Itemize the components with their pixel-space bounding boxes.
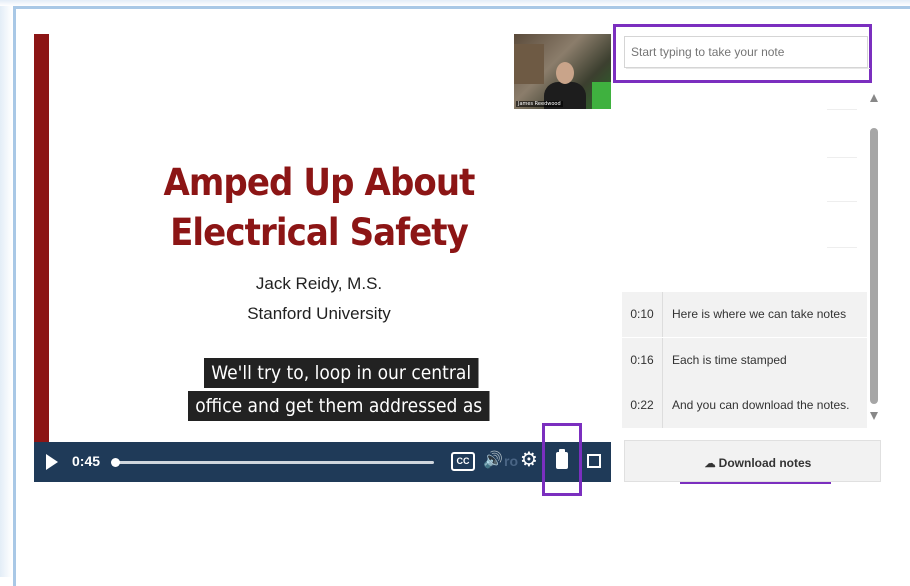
blank-row	[827, 157, 857, 158]
progress-knob[interactable]	[111, 458, 120, 467]
caption-line-2: office and get them addressed as	[188, 391, 490, 421]
player-control-bar: 0:45 CC 🔊 ro ⚙	[34, 442, 611, 482]
webcam-shelf	[514, 44, 544, 84]
download-notes-button[interactable]: ☁ Download notes	[690, 448, 826, 476]
blank-row	[827, 109, 857, 110]
caption-line-1: We'll try to, loop in our central	[204, 358, 479, 388]
note-timestamp[interactable]: 0:22	[622, 383, 663, 428]
slide-accent-stripe	[34, 34, 49, 442]
slide-title: Amped Up About Electrical Safety	[112, 158, 526, 258]
gear-icon[interactable]: ⚙	[520, 450, 538, 470]
note-text: And you can download the notes.	[672, 398, 850, 412]
note-entry[interactable]: 0:10 Here is where we can take notes	[622, 292, 867, 338]
note-timestamp[interactable]: 0:16	[622, 338, 663, 383]
note-entry[interactable]: 0:16 Each is time stamped	[622, 338, 867, 384]
download-notes-label: Download notes	[718, 456, 812, 470]
cc-icon[interactable]: CC	[451, 452, 475, 471]
webcam-thumbnail[interactable]: James Reedwood	[514, 34, 611, 109]
note-input[interactable]	[624, 36, 868, 68]
scroll-down-arrow-icon[interactable]	[870, 412, 878, 420]
notes-button-highlight	[542, 423, 582, 496]
slide-institution: Stanford University	[247, 304, 391, 323]
blank-row	[827, 201, 857, 202]
note-timestamp[interactable]: 0:10	[622, 292, 663, 337]
control-overflow-text: ro	[504, 453, 518, 469]
note-text: Each is time stamped	[672, 353, 787, 367]
fullscreen-icon[interactable]	[587, 454, 601, 468]
webcam-name-label: James Reedwood	[516, 101, 563, 107]
progress-slider[interactable]	[111, 458, 434, 467]
play-icon[interactable]	[46, 454, 58, 470]
webcam-person-head	[556, 62, 574, 84]
cloud-download-icon: ☁	[704, 458, 716, 470]
volume-icon[interactable]: 🔊	[483, 451, 503, 471]
video-player[interactable]: Amped Up About Electrical Safety Jack Re…	[34, 34, 611, 482]
blank-row	[827, 247, 857, 248]
current-time: 0:45	[72, 453, 101, 469]
note-input-divider	[626, 68, 870, 69]
scroll-up-arrow-icon[interactable]	[870, 94, 878, 102]
note-text: Here is where we can take notes	[672, 307, 847, 321]
notes-scrollbar[interactable]	[868, 92, 880, 422]
scroll-thumb[interactable]	[870, 128, 878, 404]
slide-presenter: Jack Reidy, M.S.	[255, 274, 383, 293]
webcam-plant	[592, 82, 611, 109]
slide-title-line-1: Amped Up About	[163, 161, 475, 204]
slide-title-line-2: Electrical Safety	[170, 211, 469, 254]
notes-list: 0:10 Here is where we can take notes 0:1…	[622, 84, 867, 429]
note-entry[interactable]: 0:22 And you can download the notes.	[622, 383, 867, 429]
page-shadow-left	[0, 0, 12, 577]
